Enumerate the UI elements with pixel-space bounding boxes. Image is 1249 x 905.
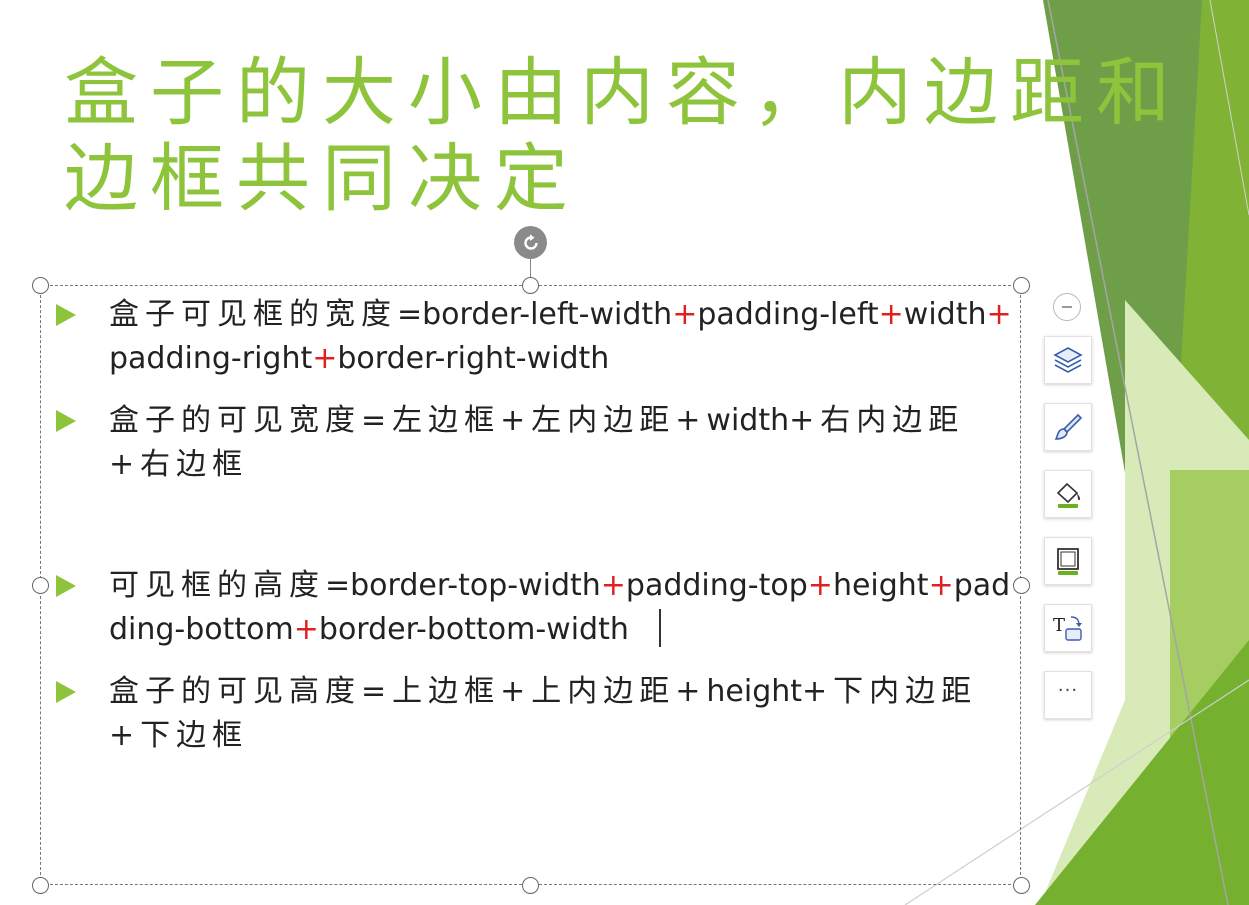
- bullet-arrow-icon: [56, 575, 76, 597]
- resize-handle-left[interactable]: [32, 577, 49, 594]
- bullet-text-segment: =border-left-width: [397, 297, 673, 332]
- bullet-text: 可见框的高度=border-top-width+padding-top+heig…: [109, 564, 1016, 652]
- resize-handle-top-right[interactable]: [1013, 277, 1030, 294]
- bullet-text-segment: padding-left: [697, 297, 879, 332]
- bullet-text-segment: border-bottom-width: [318, 612, 629, 647]
- bullet-text-segment: border-right-width: [337, 341, 610, 376]
- layers-button[interactable]: [1044, 336, 1092, 384]
- text-wrap-icon: T: [1053, 615, 1082, 641]
- plus-operator: +: [878, 297, 904, 332]
- bullet-text-segment: width: [706, 403, 790, 438]
- outline-icon: [1057, 548, 1079, 575]
- slide: 盒子的大小由内容，内边距和 边框共同决定 盒子可见框的宽度=border-lef…: [0, 0, 1249, 905]
- bullet-text-segment: height: [832, 568, 929, 603]
- plus-operator: +: [600, 568, 626, 603]
- rotate-icon: [523, 233, 538, 250]
- bullet-text-segment: 可见框的高度: [109, 568, 325, 603]
- minus-icon: [1062, 306, 1072, 308]
- slide-title[interactable]: 盒子的大小由内容，内边距和 边框共同决定: [64, 50, 1182, 222]
- bullet-text-segment: 盒子可见框的宽度: [109, 297, 397, 332]
- resize-handle-bottom-left[interactable]: [32, 877, 49, 894]
- text-wrap-button[interactable]: T: [1044, 604, 1092, 652]
- brush-icon: [1054, 413, 1083, 440]
- bullet-text-segment: 盒子的可见高度=上边框+上内边距+: [109, 674, 707, 709]
- rotate-handle[interactable]: [514, 226, 547, 259]
- more-icon: ···: [1057, 680, 1079, 701]
- bullet-item[interactable]: 盒子的可见高度=上边框+上内边距+height+下内边距+下边框: [56, 670, 1016, 758]
- title-line-2: 边框共同决定: [64, 136, 580, 222]
- bullet-item[interactable]: 盒子可见框的宽度=border-left-width+padding-left+…: [56, 293, 1016, 381]
- style-brush-button[interactable]: [1044, 403, 1092, 451]
- plus-operator: +: [928, 568, 954, 603]
- bullet-text-segment: width: [903, 297, 987, 332]
- bullet-arrow-icon: [56, 681, 76, 703]
- bullet-text: 盒子的可见宽度=左边框+左内边距+width+右内边距+右边框: [109, 399, 1016, 487]
- more-options-button[interactable]: ···: [1044, 671, 1092, 719]
- outline-color-button[interactable]: [1044, 537, 1092, 585]
- layers-icon: [1053, 347, 1083, 373]
- fill-bucket-icon: [1056, 482, 1080, 508]
- bullet-arrow-icon: [56, 410, 76, 432]
- bullet-text-segment: padding-right: [109, 341, 313, 376]
- resize-handle-top-left[interactable]: [32, 277, 49, 294]
- plus-operator: +: [293, 612, 319, 647]
- resize-handle-bottom[interactable]: [522, 877, 539, 894]
- rotate-handle-stem: [530, 259, 531, 278]
- plus-operator: +: [986, 297, 1012, 332]
- plus-operator: +: [807, 568, 833, 603]
- bullet-text-segment: =border-top-width: [325, 568, 601, 603]
- text-cursor: [659, 609, 661, 647]
- bullet-text: 盒子可见框的宽度=border-left-width+padding-left+…: [109, 293, 1016, 381]
- title-line-1: 盒子的大小由内容，内边距和: [64, 50, 1182, 136]
- plus-operator: +: [312, 341, 338, 376]
- bullet-text: 盒子的可见高度=上边框+上内边距+height+下内边距+下边框: [109, 670, 1016, 758]
- resize-handle-top[interactable]: [522, 277, 539, 294]
- bullet-text-segment: padding-top: [625, 568, 808, 603]
- bullet-item[interactable]: 盒子的可见宽度=左边框+左内边距+width+右内边距+右边框: [56, 399, 1016, 487]
- resize-handle-bottom-right[interactable]: [1013, 877, 1030, 894]
- plus-operator: +: [672, 297, 698, 332]
- bullet-arrow-icon: [56, 304, 76, 326]
- fill-color-button[interactable]: [1044, 470, 1092, 518]
- bullet-item[interactable]: 可见框的高度=border-top-width+padding-top+heig…: [56, 564, 1016, 652]
- bullet-text-segment: 盒子的可见宽度=左边框+左内边距+: [109, 403, 707, 438]
- bullet-text-segment: height: [706, 674, 803, 709]
- text-wrap-label: T: [1053, 615, 1065, 636]
- collapse-toolbar-button[interactable]: [1053, 293, 1081, 321]
